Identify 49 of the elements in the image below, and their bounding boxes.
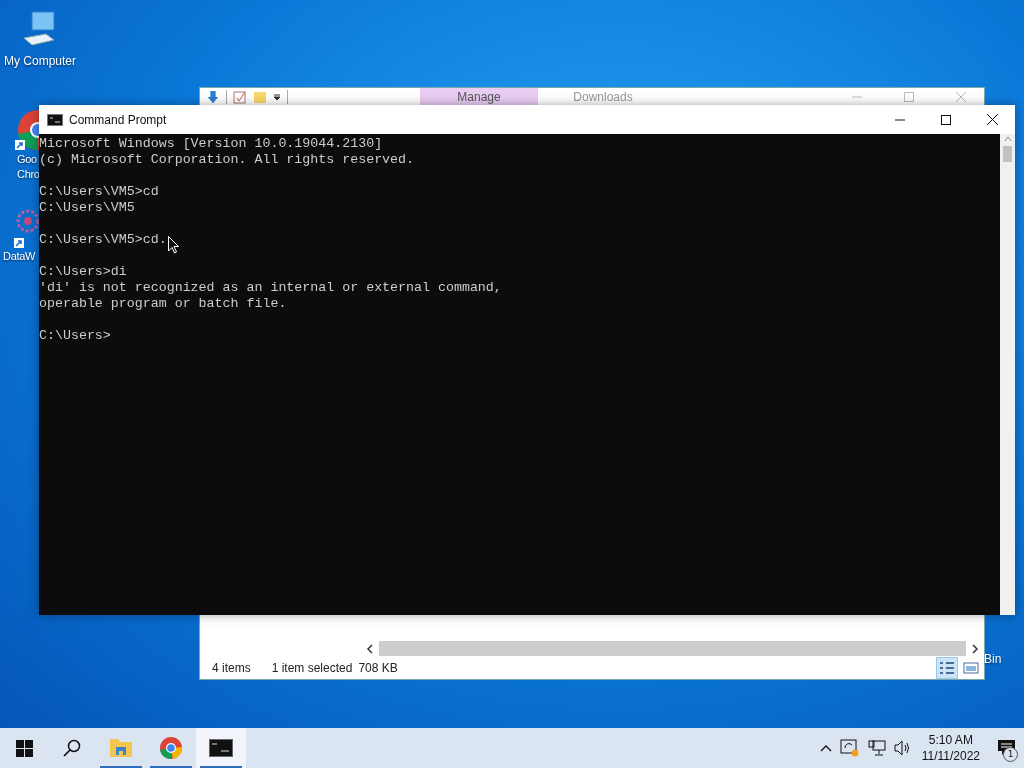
console-line: 'di' is not recognized as an internal or external command, <box>39 280 502 296</box>
maximize-icon <box>941 114 951 125</box>
terminal-icon <box>209 739 233 757</box>
browser-icon <box>159 736 183 760</box>
selection-status: 1 item selected <box>271 661 353 675</box>
icon-label[interactable]: Goo <box>14 152 37 167</box>
mouse-pointer-icon <box>168 236 179 254</box>
details-view-button[interactable] <box>936 657 958 679</box>
notification-button[interactable]: 1 <box>990 728 1024 768</box>
properties-icon[interactable] <box>233 90 247 104</box>
scrollbar-thumb[interactable] <box>1003 146 1012 162</box>
caret-icon <box>819 744 832 752</box>
terminal-icon <box>47 113 63 126</box>
console-line: C:\Users\VM5>cd. <box>39 232 167 248</box>
icon-label[interactable]: Bin <box>984 652 1002 667</box>
scroll-up-icon[interactable] <box>1002 134 1013 144</box>
dropdown-icon[interactable] <box>273 93 281 101</box>
large-icons-view-icon <box>963 661 979 675</box>
scroll-right-icon[interactable] <box>970 642 980 655</box>
download-icon[interactable] <box>206 90 220 104</box>
console-line: Microsoft Windows [Version 10.0.19044.2130] <box>39 136 383 152</box>
close-icon <box>986 114 998 125</box>
scroll-left-icon[interactable] <box>365 642 375 655</box>
terminal-taskbar-button[interactable] <box>196 728 246 768</box>
console-line: C:\Users>di <box>39 264 127 280</box>
console-line: operable program or batch file. <box>39 296 287 312</box>
icon-label[interactable]: My Computer <box>4 54 76 69</box>
details-view-icon <box>939 661 955 675</box>
icon-label[interactable]: DataW <box>0 249 36 264</box>
ribbon-tab[interactable]: Downloads <box>544 88 662 106</box>
item-count: 4 items <box>212 661 251 675</box>
search-icon <box>63 739 81 757</box>
ribbon-tab[interactable]: Manage <box>420 88 538 106</box>
clock-date[interactable]: 11/11/2022 <box>921 748 980 764</box>
console-line: C:\Users> <box>39 328 111 344</box>
clock-time[interactable]: 5:10 AM <box>928 732 973 748</box>
vertical-scrollbar[interactable] <box>1000 134 1015 615</box>
console-line: C:\Users\VM5>cd <box>39 184 159 200</box>
close-icon <box>956 92 966 102</box>
folder-icon[interactable] <box>253 90 267 104</box>
folder-icon <box>109 737 133 759</box>
window-title: Command Prompt <box>69 112 167 127</box>
notification-badge: 1 <box>1003 747 1018 762</box>
console-line: C:\Users\VM5 <box>39 200 135 216</box>
icon-label[interactable]: Chro <box>14 167 40 182</box>
maximize-icon <box>904 92 914 102</box>
selection-size: 708 KB <box>358 661 398 675</box>
console-line: (c) Microsoft Corporation. All rights reserved. <box>39 152 415 168</box>
windows-logo-icon <box>15 739 33 757</box>
